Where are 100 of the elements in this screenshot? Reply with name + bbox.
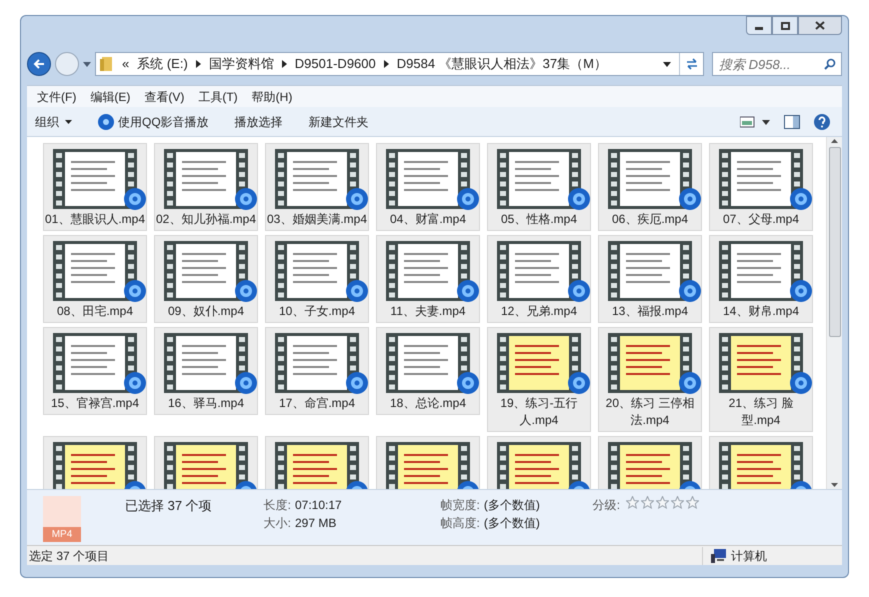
file-item[interactable]: 15、官禄宫.mp4 <box>43 327 147 415</box>
star-icon <box>671 496 684 509</box>
breadcrumb[interactable]: 系统 (E:) <box>137 54 188 74</box>
file-item[interactable]: 06、疾厄.mp4 <box>598 143 702 231</box>
breadcrumb[interactable]: D9501-D9600 <box>294 54 376 74</box>
caret-icon[interactable] <box>83 62 91 66</box>
status-text: 选定 37 个项目 <box>28 548 110 564</box>
file-name: 02、知儿孙福.mp4 <box>155 211 257 228</box>
arrow-down-icon <box>831 483 838 487</box>
field-label: 帧宽度: <box>440 497 480 514</box>
file-name: 06、疾厄.mp4 <box>610 211 690 228</box>
file-name: 15、官禄宫.mp4 <box>50 395 140 412</box>
help-icon[interactable] <box>814 114 830 130</box>
minimize-icon <box>755 26 763 30</box>
file-name: 09、奴仆.mp4 <box>166 303 246 320</box>
player-icon <box>98 114 114 130</box>
field-label: 帧高度: <box>440 515 480 532</box>
file-name: 18、总论.mp4 <box>388 395 468 412</box>
file-item[interactable]: 17、命宫.mp4 <box>265 327 369 415</box>
chevron-right-icon[interactable] <box>196 60 201 68</box>
file-name: 16、驿马.mp4 <box>166 395 246 412</box>
search-field[interactable]: 搜索 D958... <box>712 52 842 76</box>
view-options-icon[interactable] <box>740 116 770 128</box>
address-bar[interactable]: « 系统 (E:) 国学资料馆 D9501-D9600 D9584 《慧眼识人相法》37集（M） <box>95 52 704 76</box>
selection-count: 已选择 37 个项 <box>125 497 212 515</box>
file-item[interactable]: 13、福报.mp4 <box>598 235 702 323</box>
file-name: 03、婚姻美满.mp4 <box>266 211 368 228</box>
caret-icon <box>65 120 72 124</box>
file-name: 14、财帛.mp4 <box>722 303 800 320</box>
file-item[interactable]: 01、慧眼识人.mp4 <box>43 143 147 231</box>
organize-button[interactable]: 组织 <box>35 112 72 130</box>
file-item[interactable] <box>709 436 813 489</box>
file-item[interactable] <box>154 436 258 489</box>
rating-label: 分级: <box>592 497 620 514</box>
file-item[interactable]: 09、奴仆.mp4 <box>154 235 258 323</box>
toolbar-button[interactable]: 新建文件夹 <box>308 112 369 130</box>
breadcrumb[interactable]: 国学资料馆 <box>208 54 274 74</box>
file-item[interactable]: 08、田宅.mp4 <box>43 235 147 323</box>
file-name: 17、命宫.mp4 <box>278 395 356 412</box>
scrollbar-thumb[interactable] <box>828 147 840 337</box>
star-icon <box>641 496 654 509</box>
field-label: 大小: <box>262 515 291 532</box>
maximize-button[interactable] <box>772 16 798 35</box>
menu-item[interactable]: 文件(F) <box>31 88 82 106</box>
file-name: 10、子女.mp4 <box>278 303 356 320</box>
toolbar-button[interactable]: 使用QQ影音播放 <box>98 112 209 130</box>
menu-item[interactable]: 编辑(E) <box>84 88 136 106</box>
file-item[interactable] <box>265 436 369 489</box>
file-item[interactable] <box>487 436 591 489</box>
file-name: 04、财富.mp4 <box>388 211 468 228</box>
file-name: 13、福报.mp4 <box>610 303 690 320</box>
toolbar-button[interactable]: 播放选择 <box>234 112 283 130</box>
file-item[interactable]: 16、驿马.mp4 <box>154 327 258 415</box>
breadcrumb[interactable]: D9584 《慧眼识人相法》37集（M） <box>396 54 607 74</box>
file-name: 07、父母.mp4 <box>722 211 800 228</box>
file-item[interactable]: 03、婚姻美满.mp4 <box>265 143 369 231</box>
file-item[interactable]: 04、财富.mp4 <box>376 143 480 231</box>
chevron-right-icon[interactable] <box>384 60 389 68</box>
field-value: 07:10:17 <box>295 497 343 514</box>
file-item[interactable]: 14、财帛.mp4 <box>709 235 813 323</box>
file-item[interactable]: 02、知儿孙福.mp4 <box>154 143 258 231</box>
file-item[interactable]: 20、练习 三停相法.mp4 <box>598 327 702 432</box>
file-item[interactable] <box>598 436 702 489</box>
arrow-left-icon <box>33 59 45 69</box>
star-icon <box>686 496 700 509</box>
chevron-right-icon[interactable] <box>282 60 287 68</box>
location-text: 计算机 <box>731 548 767 564</box>
field-label: 长度: <box>262 497 291 514</box>
field-value: (多个数值) <box>484 515 541 532</box>
file-item[interactable]: 05、性格.mp4 <box>487 143 591 231</box>
dropdown-caret-icon[interactable] <box>663 62 671 66</box>
file-item[interactable]: 11、夫妻.mp4 <box>376 235 480 323</box>
close-icon <box>815 21 825 30</box>
file-name: 05、性格.mp4 <box>500 211 578 228</box>
file-name: 01、慧眼识人.mp4 <box>44 211 146 228</box>
file-item[interactable]: 19、练习-五行人.mp4 <box>487 327 591 432</box>
arrow-up-icon <box>831 139 838 143</box>
menu-item[interactable]: 工具(T) <box>192 88 244 106</box>
file-item[interactable]: 21、练习 脸型.mp4 <box>709 327 813 432</box>
computer-icon <box>711 548 727 562</box>
close-button[interactable] <box>798 16 842 35</box>
star-icon <box>626 496 640 509</box>
file-item[interactable] <box>376 436 480 489</box>
file-type-label: MP4 <box>43 527 81 542</box>
menu-item[interactable]: 查看(V) <box>138 88 190 106</box>
scrollbar[interactable] <box>826 137 842 489</box>
back-button[interactable] <box>27 52 51 76</box>
file-item[interactable] <box>43 436 147 489</box>
menu-item[interactable]: 帮助(H) <box>246 88 298 106</box>
refresh-icon <box>684 58 698 70</box>
maximize-icon <box>780 22 790 30</box>
overflow-chevron[interactable]: « <box>122 54 130 74</box>
file-item[interactable]: 18、总论.mp4 <box>376 327 480 415</box>
file-item[interactable]: 07、父母.mp4 <box>709 143 813 231</box>
preview-pane-icon[interactable] <box>784 114 800 128</box>
file-item[interactable]: 12、兄弟.mp4 <box>487 235 591 323</box>
file-item[interactable]: 10、子女.mp4 <box>265 235 369 323</box>
star-rating[interactable] <box>626 496 700 509</box>
minimize-button[interactable] <box>746 16 772 35</box>
file-name: 20、练习 三停相法.mp4 <box>604 395 696 429</box>
